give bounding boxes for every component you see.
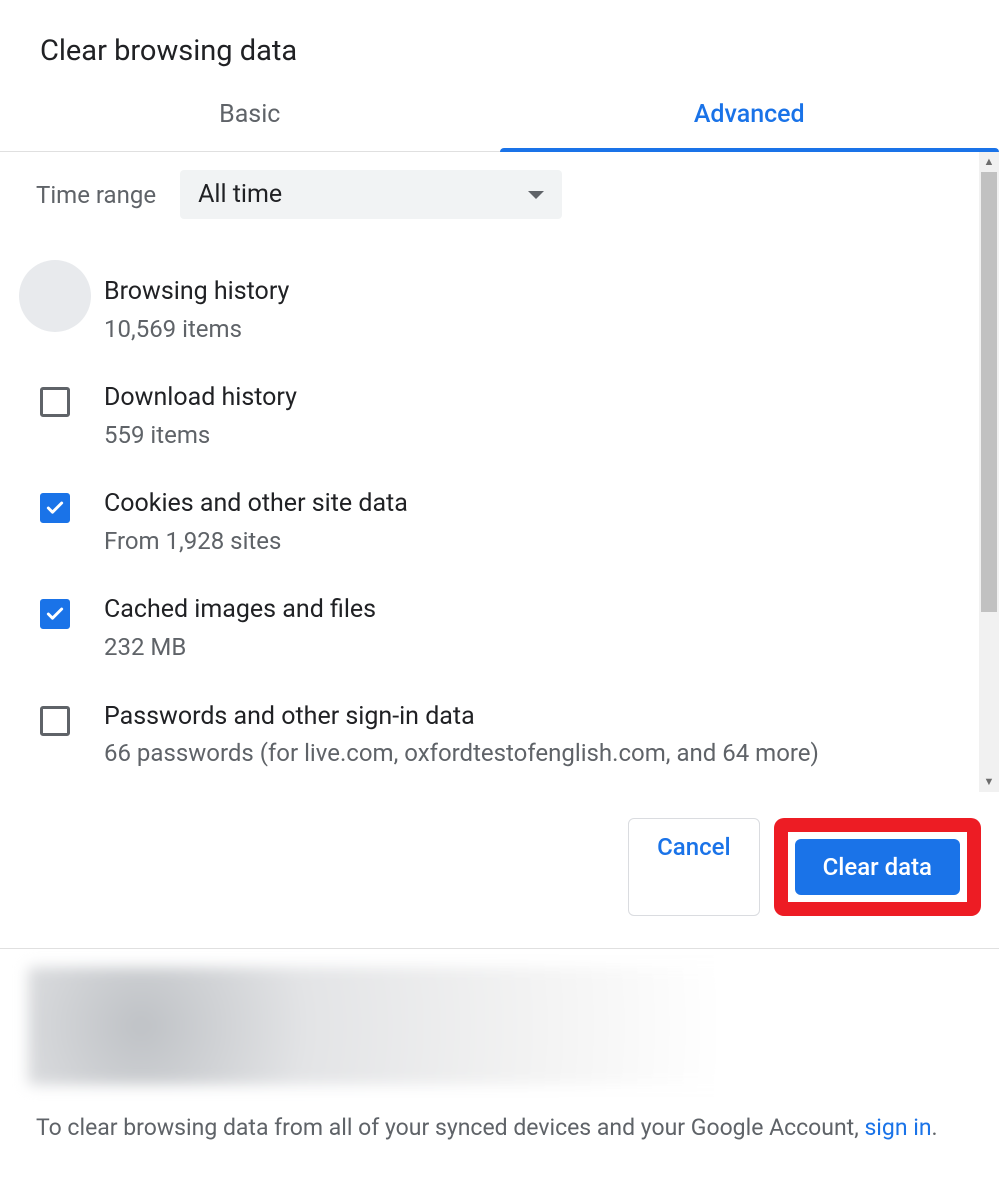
dialog-title: Clear browsing data (0, 0, 999, 82)
tab-basic[interactable]: Basic (0, 82, 500, 151)
check-icon (45, 604, 65, 624)
option-subtitle: 66 passwords (for live.com, oxfordtestof… (104, 737, 819, 769)
account-info-blurred (28, 967, 971, 1085)
footer-text: To clear browsing data from all of your … (0, 1085, 999, 1144)
clear-data-button[interactable]: Clear data (795, 839, 960, 895)
separator (0, 948, 999, 949)
option-title: Cached images and files (104, 593, 376, 627)
option-cached[interactable]: Cached images and files 232 MB (36, 585, 979, 691)
scroll-up-icon[interactable]: ▲ (979, 152, 999, 172)
options-scroll-area: Time range All time Browsing history 10,… (0, 152, 999, 792)
checkbox-cached[interactable] (40, 599, 70, 629)
focus-halo (19, 260, 91, 332)
content-area: Time range All time Browsing history 10,… (0, 152, 999, 792)
dialog-button-row: Cancel Clear data (0, 792, 999, 916)
option-passwords[interactable]: Passwords and other sign-in data 66 pass… (36, 692, 979, 792)
option-subtitle: From 1,928 sites (104, 525, 408, 557)
option-list: Browsing history 10,569 items Download h… (36, 267, 979, 792)
option-title: Cookies and other site data (104, 487, 408, 521)
option-download-history[interactable]: Download history 559 items (36, 373, 979, 479)
footer-prefix: To clear browsing data from all of your … (36, 1114, 864, 1141)
checkbox-download-history[interactable] (40, 387, 70, 417)
check-icon (45, 498, 65, 518)
annotation-highlight: Clear data (774, 818, 981, 916)
scroll-thumb[interactable] (981, 172, 997, 612)
option-subtitle: 559 items (104, 419, 297, 451)
footer-suffix: . (932, 1114, 938, 1141)
option-subtitle: 10,569 items (104, 313, 289, 345)
sign-in-link[interactable]: sign in (864, 1114, 931, 1141)
clear-browsing-data-dialog: Clear browsing data Basic Advanced Time … (0, 0, 999, 1200)
checkbox-browsing-history[interactable] (40, 281, 70, 311)
option-browsing-history[interactable]: Browsing history 10,569 items (36, 267, 979, 373)
option-subtitle: 232 MB (104, 631, 376, 663)
time-range-row: Time range All time (36, 152, 979, 239)
option-title: Browsing history (104, 275, 289, 309)
cancel-button[interactable]: Cancel (628, 818, 759, 916)
tab-row: Basic Advanced (0, 82, 999, 152)
time-range-dropdown[interactable]: All time (180, 170, 562, 219)
scroll-down-icon[interactable]: ▼ (979, 772, 999, 792)
tab-advanced[interactable]: Advanced (500, 82, 999, 151)
checkbox-cookies[interactable] (40, 493, 70, 523)
option-cookies[interactable]: Cookies and other site data From 1,928 s… (36, 479, 979, 585)
scrollbar[interactable]: ▲ ▼ (979, 152, 999, 792)
chevron-down-icon (528, 191, 544, 199)
time-range-label: Time range (36, 181, 156, 209)
time-range-selected: All time (198, 180, 282, 209)
option-title: Passwords and other sign-in data (104, 700, 819, 734)
checkbox-passwords[interactable] (40, 706, 70, 736)
option-title: Download history (104, 381, 297, 415)
